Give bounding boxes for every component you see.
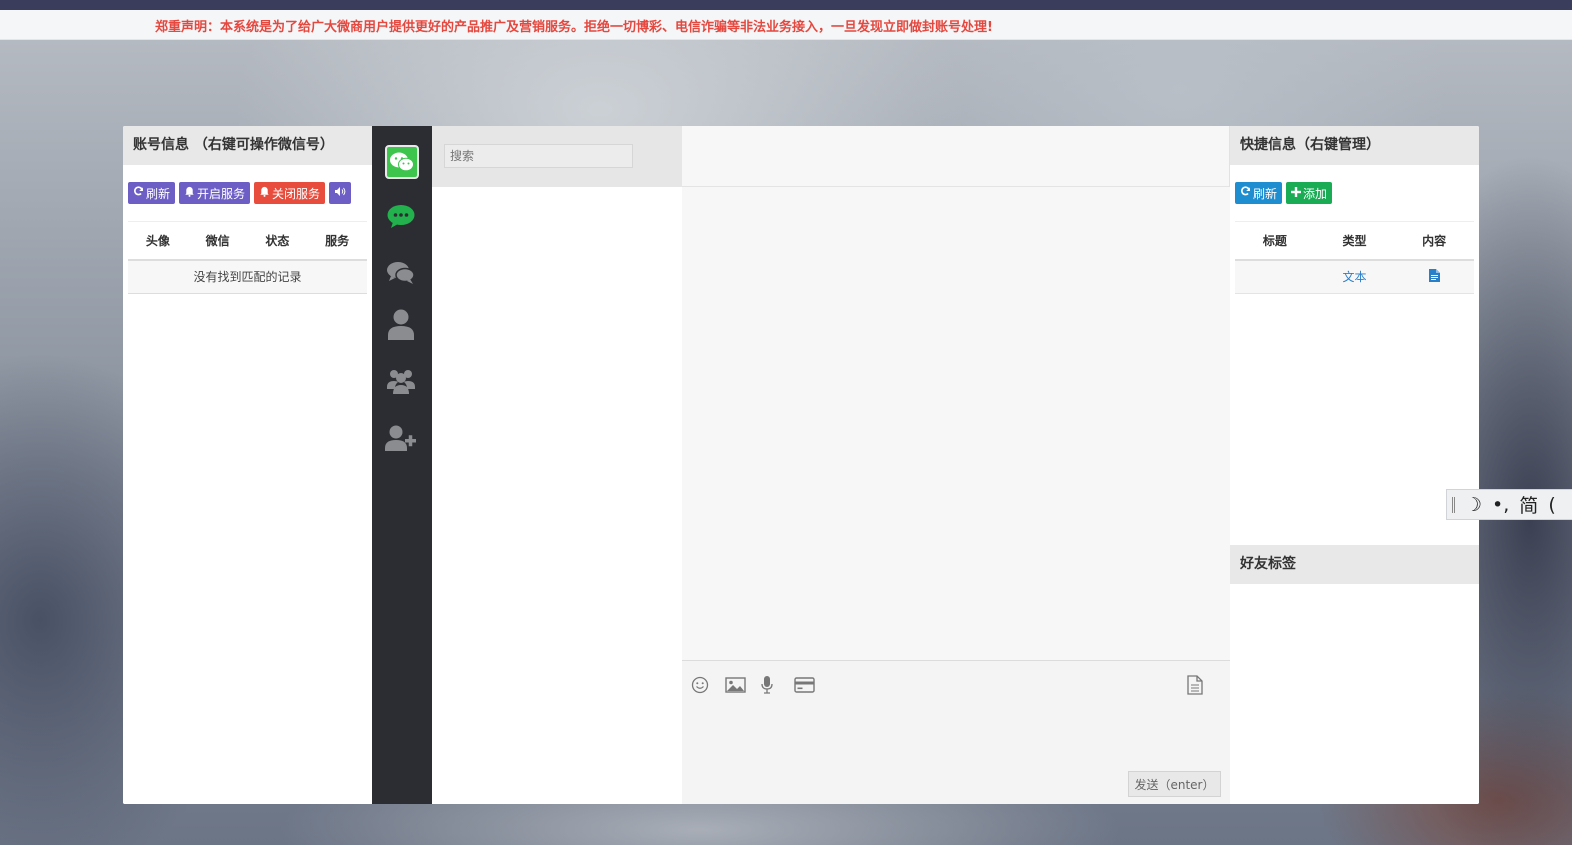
- bell-icon: [184, 186, 195, 200]
- add-friend-icon[interactable]: [384, 421, 418, 455]
- notice-bar: 郑重声明：本系统是为了给广大微商用户提供更好的产品推广及营销服务。拒绝一切博彩、…: [0, 10, 1572, 40]
- refresh-accounts-button[interactable]: 刷新: [128, 182, 176, 204]
- accounts-table-header: 头像 微信 状态 服务: [128, 221, 367, 261]
- drag-handle[interactable]: [1452, 496, 1455, 513]
- volume-icon: [334, 186, 346, 200]
- chat-header: [682, 126, 1229, 187]
- empty-message: 没有找到匹配的记录: [128, 259, 367, 294]
- column-header-avatar[interactable]: 头像: [128, 221, 188, 261]
- column-header-content[interactable]: 内容: [1394, 221, 1474, 261]
- search-input[interactable]: [444, 144, 633, 168]
- volume-button[interactable]: [329, 182, 352, 204]
- refresh-icon: [1240, 186, 1251, 200]
- plus-icon: [1291, 186, 1302, 200]
- ime-toolbar[interactable]: ☽ •, 简 (: [1446, 489, 1572, 520]
- search-area: [432, 126, 682, 187]
- bell-icon: [259, 186, 270, 200]
- refresh-quick-button[interactable]: 刷新: [1235, 182, 1283, 204]
- refresh-accounts-label: 刷新: [146, 186, 171, 201]
- table-row: 没有找到匹配的记录: [128, 259, 367, 294]
- conversations-icon[interactable]: [384, 256, 418, 290]
- start-service-button[interactable]: 开启服务: [179, 182, 251, 204]
- column-header-title[interactable]: 标题: [1235, 221, 1315, 261]
- chat-bubble-icon[interactable]: [384, 200, 418, 234]
- add-quick-label: 添加: [1303, 186, 1328, 201]
- quick-row-content[interactable]: [1394, 259, 1474, 294]
- message-composer[interactable]: 发送（enter）: [682, 660, 1230, 804]
- punctuation-toggle[interactable]: •,: [1492, 494, 1509, 516]
- microphone-icon[interactable]: [757, 675, 777, 695]
- contact-icon[interactable]: [384, 307, 418, 341]
- stop-service-button[interactable]: 关闭服务: [254, 182, 326, 204]
- table-row[interactable]: 文本: [1235, 259, 1474, 294]
- quick-message-panel: 快捷信息（右键管理） 刷新 添加 标题 类型 内容 文本 好友标签: [1230, 126, 1479, 804]
- side-nav: [372, 126, 432, 804]
- quick-row-type: 文本: [1314, 259, 1395, 294]
- account-toolbar: 刷新 开启服务 关闭服务: [128, 182, 352, 204]
- group-icon[interactable]: [384, 364, 418, 398]
- friend-tags-title: 好友标签: [1230, 545, 1479, 584]
- contact-list-panel: [432, 126, 682, 804]
- simplified-toggle[interactable]: 简: [1519, 491, 1538, 518]
- accounts-table: 头像 微信 状态 服务 没有找到匹配的记录: [128, 221, 367, 294]
- quick-row-title: [1235, 259, 1315, 294]
- ime-more-icon[interactable]: (: [1548, 494, 1555, 516]
- friend-tags-section: 好友标签: [1230, 545, 1479, 584]
- card-icon[interactable]: [793, 675, 815, 695]
- top-strip: [0, 0, 1572, 10]
- column-header-status[interactable]: 状态: [247, 221, 308, 261]
- document-icon[interactable]: [1428, 268, 1440, 285]
- account-panel-title: 账号信息 （右键可操作微信号）: [123, 126, 372, 165]
- refresh-icon: [133, 186, 144, 200]
- account-panel: 账号信息 （右键可操作微信号） 刷新 开启服务 关闭服务 头像 微信 状态 服务…: [123, 126, 372, 804]
- chat-panel: 发送（enter）: [682, 126, 1230, 804]
- quick-table: 标题 类型 内容 文本: [1235, 221, 1474, 294]
- add-quick-button[interactable]: 添加: [1286, 182, 1333, 204]
- column-header-wechat[interactable]: 微信: [187, 221, 248, 261]
- wechat-logo-icon[interactable]: [385, 145, 419, 179]
- moon-icon[interactable]: ☽: [1465, 494, 1482, 516]
- column-header-type[interactable]: 类型: [1314, 221, 1395, 261]
- document-icon[interactable]: [1185, 675, 1205, 695]
- emoji-icon[interactable]: [690, 675, 710, 695]
- refresh-quick-label: 刷新: [1253, 186, 1278, 201]
- send-button[interactable]: 发送（enter）: [1128, 771, 1221, 797]
- start-service-label: 开启服务: [197, 186, 246, 201]
- quick-table-header: 标题 类型 内容: [1235, 221, 1474, 261]
- quick-toolbar: 刷新 添加: [1235, 182, 1333, 204]
- quick-panel-title: 快捷信息（右键管理）: [1230, 126, 1479, 165]
- message-area[interactable]: [682, 187, 1230, 660]
- notice-text: 郑重声明：本系统是为了给广大微商用户提供更好的产品推广及营销服务。拒绝一切博彩、…: [155, 20, 993, 35]
- stop-service-label: 关闭服务: [272, 186, 321, 201]
- column-header-service[interactable]: 服务: [307, 221, 367, 261]
- image-icon[interactable]: [724, 675, 746, 695]
- app-window: 账号信息 （右键可操作微信号） 刷新 开启服务 关闭服务 头像 微信 状态 服务…: [123, 126, 1479, 804]
